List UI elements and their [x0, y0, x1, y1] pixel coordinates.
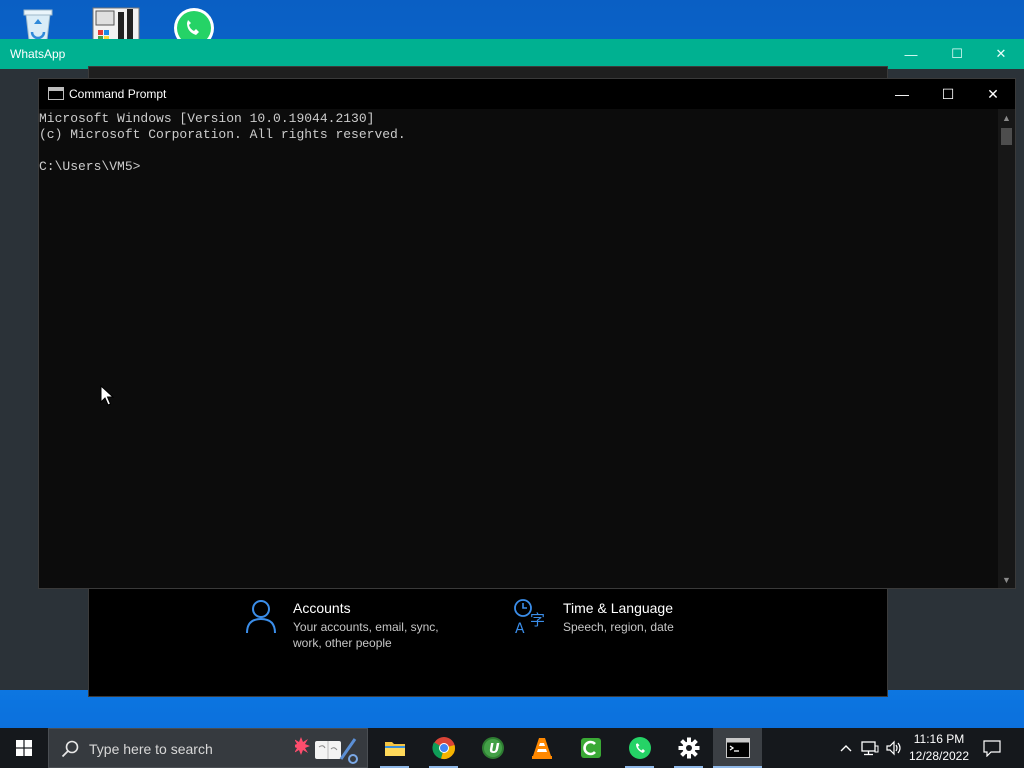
- console-line: Microsoft Windows [Version 10.0.19044.21…: [39, 111, 375, 126]
- search-highlight-illustration-icon: [295, 737, 358, 764]
- camtasia-icon: [580, 738, 601, 758]
- cmd-minimize-button[interactable]: —: [879, 79, 925, 109]
- cmd-close-button[interactable]: ✕: [970, 79, 1016, 109]
- taskbar-settings[interactable]: [664, 728, 713, 768]
- volume-icon[interactable]: [882, 728, 906, 768]
- clock-date: 12/28/2022: [908, 749, 970, 763]
- command-prompt-window[interactable]: Command Prompt — ☐ ✕ Microsoft Windows […: [38, 78, 1016, 589]
- taskbar-chrome[interactable]: [419, 728, 468, 768]
- svg-text:字: 字: [530, 611, 545, 629]
- command-prompt-title: Command Prompt: [69, 87, 167, 101]
- scroll-down-arrow-icon[interactable]: ▼: [998, 571, 1015, 588]
- taskbar-file-explorer[interactable]: [370, 728, 419, 768]
- taskbar: Type here to search U 11:16 PM 12/28/202…: [0, 728, 1024, 768]
- taskbar-vlc[interactable]: [517, 728, 566, 768]
- whatsapp-icon: [628, 737, 651, 759]
- ultraviewer-icon: U: [481, 737, 504, 759]
- command-prompt-titlebar[interactable]: Command Prompt — ☐ ✕: [39, 79, 1015, 109]
- console-app-icon: [48, 87, 64, 100]
- taskbar-clock[interactable]: 11:16 PM 12/28/2022: [906, 731, 972, 765]
- console-prompt-line[interactable]: C:\Users\VM5>: [39, 159, 999, 175]
- whatsapp-minimize-button[interactable]: —: [888, 39, 934, 69]
- settings-tile-desc: Speech, region, date: [563, 620, 674, 634]
- settings-tile-title: Accounts: [293, 600, 351, 616]
- command-prompt-icon: [725, 738, 750, 758]
- network-icon[interactable]: [858, 728, 882, 768]
- taskbar-search-box[interactable]: Type here to search: [48, 728, 368, 768]
- scroll-up-arrow-icon[interactable]: ▲: [998, 109, 1015, 126]
- taskbar-ultraviewer[interactable]: U: [468, 728, 517, 768]
- start-button[interactable]: [0, 728, 48, 768]
- notification-icon[interactable]: [980, 728, 1004, 768]
- settings-tile-accounts[interactable]: Accounts Your accounts, email, sync, wor…: [243, 597, 453, 651]
- mouse-cursor-icon: [100, 385, 114, 406]
- scroll-thumb[interactable]: [1001, 128, 1012, 145]
- whatsapp-titlebar[interactable]: WhatsApp — ☐ ✕: [0, 39, 1024, 69]
- chrome-icon: [431, 737, 455, 759]
- settings-tile-title: Time & Language: [563, 600, 673, 616]
- whatsapp-maximize-button[interactable]: ☐: [934, 39, 980, 69]
- settings-tile-desc: Your accounts, email, sync, work, other …: [293, 620, 439, 650]
- control-panel-icon[interactable]: [88, 6, 144, 42]
- taskbar-command-prompt[interactable]: [713, 728, 762, 768]
- search-placeholder: Type here to search: [89, 741, 213, 757]
- taskbar-camtasia[interactable]: [566, 728, 615, 768]
- folder-icon: [384, 742, 405, 756]
- whatsapp-window-title: WhatsApp: [10, 47, 66, 61]
- console-output[interactable]: Microsoft Windows [Version 10.0.19044.21…: [39, 109, 999, 588]
- console-line: (c) Microsoft Corporation. All rights re…: [39, 127, 406, 142]
- vlc-cone-icon: [531, 738, 552, 759]
- show-hidden-icons-chevron-icon[interactable]: [834, 728, 858, 768]
- whatsapp-icon[interactable]: [166, 6, 222, 42]
- search-icon: [61, 740, 79, 758]
- settings-tile-time-language[interactable]: A 字 Time & Language Speech, region, date: [513, 597, 723, 637]
- person-icon: [243, 597, 279, 637]
- clock-time: 11:16 PM: [913, 732, 965, 746]
- taskbar-whatsapp[interactable]: [615, 728, 664, 768]
- gear-icon: [678, 737, 699, 759]
- whatsapp-close-button[interactable]: ✕: [978, 39, 1024, 69]
- recycle-bin-icon[interactable]: [10, 6, 66, 42]
- console-scrollbar[interactable]: ▲ ▼: [998, 109, 1015, 588]
- windows-logo-icon: [16, 740, 32, 756]
- cmd-maximize-button[interactable]: ☐: [925, 79, 971, 109]
- time-language-icon: A 字: [513, 597, 549, 637]
- svg-text:A: A: [515, 621, 525, 637]
- svg-text:U: U: [489, 742, 500, 757]
